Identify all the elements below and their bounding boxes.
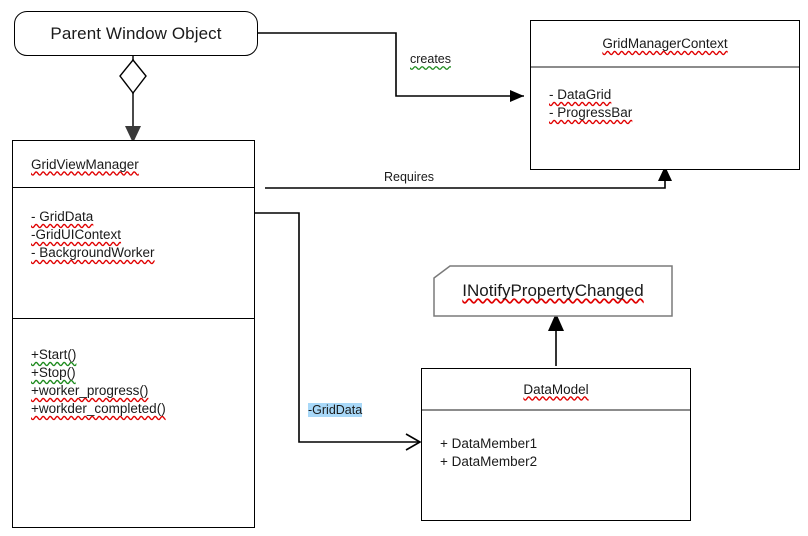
grid-manager-context-title-cell: GridManagerContext <box>531 21 799 68</box>
attribute-griduicontext: -GridUIContext <box>31 227 122 242</box>
grid-view-manager-title: GridViewManager <box>31 156 139 172</box>
node-grid-manager-context[interactable]: GridManagerContext - DataGrid - Progress… <box>530 20 800 170</box>
method-start: +Start() <box>31 347 77 362</box>
edge-creates <box>258 32 524 102</box>
node-grid-view-manager[interactable]: GridViewManager - GridData -GridUIContex… <box>12 140 255 528</box>
method-stop: +Stop() <box>31 365 76 380</box>
data-model-attributes: + DataMember1 + DataMember2 <box>422 411 690 471</box>
grid-manager-context-title: GridManagerContext <box>602 36 728 51</box>
edge-aggregation-parent-manager <box>119 56 147 143</box>
grid-manager-context-attributes: - DataGrid - ProgressBar <box>531 68 799 122</box>
method-worker-progress: +worker_progress() <box>31 383 149 398</box>
grid-view-manager-title-cell: GridViewManager <box>13 141 254 188</box>
parent-window-object-label: Parent Window Object <box>50 23 222 43</box>
attribute-backgroundworker: - BackgroundWorker <box>31 245 155 260</box>
edge-label-creates: creates <box>410 52 451 66</box>
data-model-title-cell: DataModel <box>422 369 690 411</box>
grid-view-manager-attributes: - GridData -GridUIContext - BackgroundWo… <box>13 188 254 319</box>
edge-label-grid-data: -GridData <box>308 403 363 417</box>
data-model-title: DataModel <box>523 381 589 397</box>
attribute-progressbar: - ProgressBar <box>549 105 633 120</box>
edge-implements <box>548 313 564 366</box>
grid-view-manager-methods: +Start() +Stop() +worker_progress() +wor… <box>13 319 254 418</box>
attribute-datagrid: - DataGrid <box>549 87 612 102</box>
attribute-datamember1: + DataMember1 <box>440 436 538 451</box>
edge-label-requires: Requires <box>384 170 435 184</box>
uml-diagram-canvas: Parent Window Object GridManagerContext … <box>0 0 808 536</box>
method-workder-completed: +workder_completed() <box>31 401 166 416</box>
inotify-property-changed-label: INotifyPropertyChanged <box>462 281 644 300</box>
inotify-label-wrap: INotifyPropertyChanged <box>433 265 673 317</box>
attribute-griddata: - GridData <box>31 209 94 224</box>
node-parent-window-object[interactable]: Parent Window Object <box>14 11 258 56</box>
node-inotify-property-changed[interactable]: INotifyPropertyChanged <box>433 265 673 317</box>
attribute-datamember2: + DataMember2 <box>440 454 538 469</box>
node-data-model[interactable]: DataModel + DataMember1 + DataMember2 <box>421 368 691 521</box>
